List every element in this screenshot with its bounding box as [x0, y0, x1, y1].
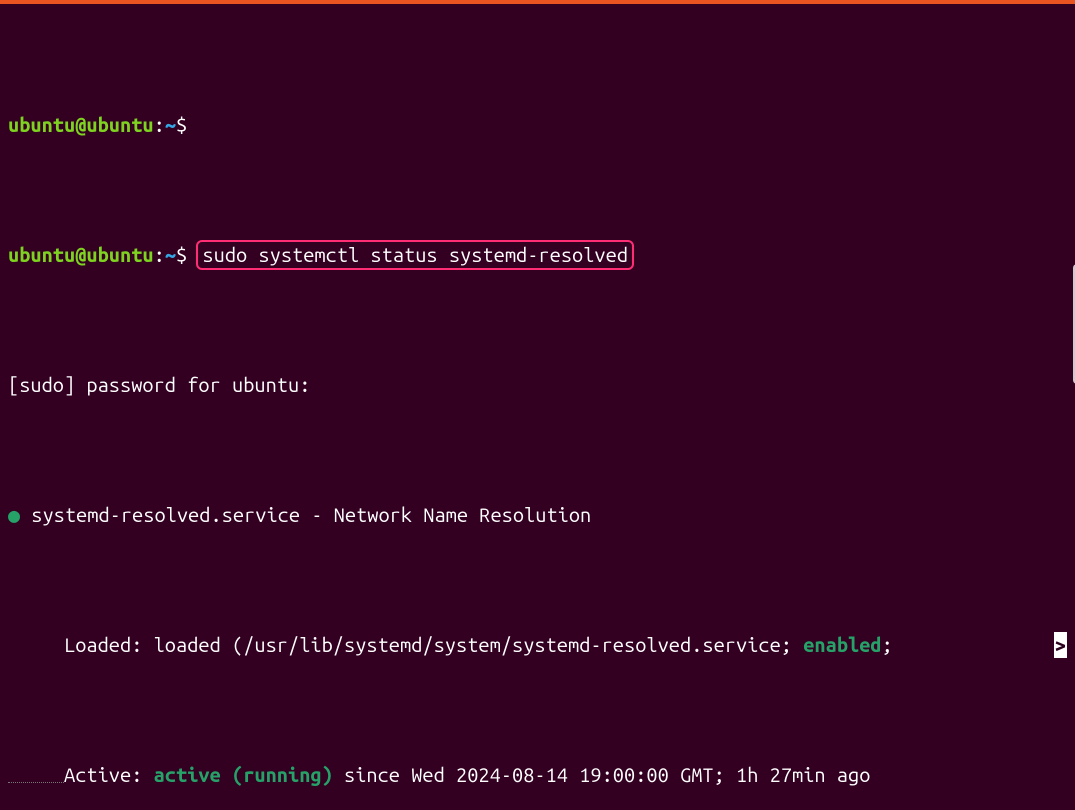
prompt-host: ubuntu: [86, 112, 153, 138]
prompt-at-icon: @: [75, 112, 86, 138]
active-state: active (running): [154, 762, 333, 788]
colon: :: [154, 242, 165, 268]
loaded-label: Loaded:: [64, 632, 142, 658]
enabled-state: enabled: [803, 632, 881, 658]
active-label: Active:: [64, 762, 142, 788]
overflow-icon: >: [1054, 632, 1067, 658]
prompt-at-icon: @: [75, 242, 86, 268]
prompt-line-cmd: ubuntu@ubuntu:~$ sudo systemctl status s…: [8, 242, 1067, 268]
active-row: Active: active (running) since Wed 2024-…: [8, 762, 1067, 788]
sudo-prompt: [sudo] password for ubuntu:: [8, 372, 1067, 398]
prompt-line-prev: ubuntu@ubuntu:~$: [8, 112, 1067, 138]
service-header: ● systemd-resolved.service - Network Nam…: [8, 502, 1067, 528]
dollar-icon: $: [176, 112, 187, 138]
prompt-user: ubuntu: [8, 112, 75, 138]
prompt-path: ~: [165, 242, 176, 268]
loaded-row: Loaded: loaded (/usr/lib/systemd/system/…: [8, 632, 1067, 658]
command-highlight: sudo systemctl status systemd-resolved: [196, 240, 634, 270]
prompt-user: ubuntu: [8, 242, 75, 268]
command-text: sudo systemctl status systemd-resolved: [202, 243, 628, 266]
loaded-value: loaded (/usr/lib/systemd/system/systemd-…: [154, 632, 792, 658]
dollar-icon: $: [176, 242, 187, 268]
prompt-host: ubuntu: [86, 242, 153, 268]
terminal[interactable]: ubuntu@ubuntu:~$ ubuntu@ubuntu:~$ sudo s…: [0, 0, 1075, 810]
service-name: systemd-resolved.service - Network Name …: [31, 502, 591, 528]
prompt-path: ~: [165, 112, 176, 138]
active-since: since Wed 2024-08-14 19:00:00 GMT; 1h 27…: [333, 762, 871, 788]
colon: :: [154, 112, 165, 138]
status-dot-icon: ●: [8, 502, 20, 528]
